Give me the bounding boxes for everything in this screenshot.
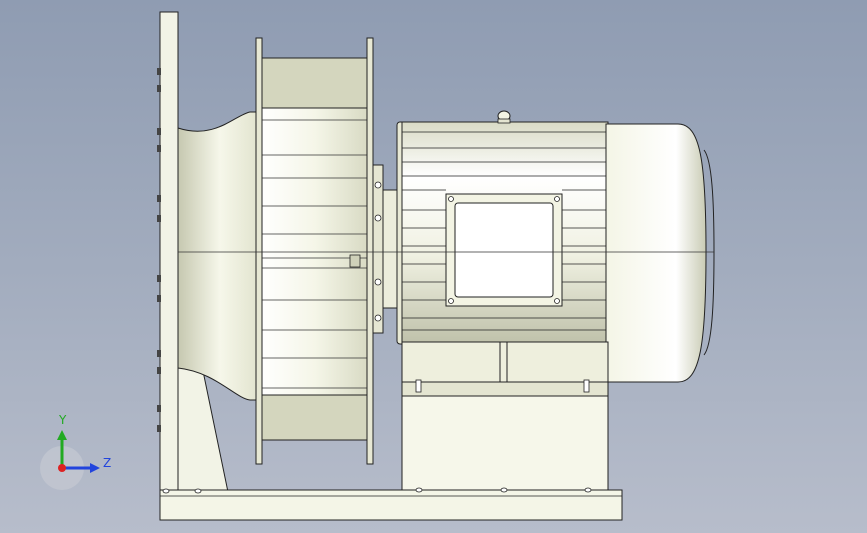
graphics-viewport[interactable]: Y Z xyxy=(0,0,867,533)
impeller-back-plate xyxy=(255,37,263,465)
motor-feet[interactable] xyxy=(401,341,609,397)
terminal-box-cover xyxy=(454,202,554,298)
impeller-hub[interactable] xyxy=(372,164,398,334)
z-axis-arrowhead xyxy=(90,463,100,473)
y-axis-label: Y xyxy=(59,413,67,427)
reference-triad[interactable] xyxy=(40,430,100,490)
motor-pedestal[interactable] xyxy=(401,395,609,491)
impeller[interactable] xyxy=(255,37,374,465)
motor-body[interactable] xyxy=(401,121,609,345)
impeller-front-plate xyxy=(366,37,374,465)
y-axis-arrowhead xyxy=(57,430,67,440)
inlet-cone[interactable] xyxy=(177,111,263,401)
z-axis-label: Z xyxy=(103,456,112,470)
motor-fan-cover[interactable] xyxy=(605,123,707,383)
impeller-key xyxy=(349,254,361,268)
model-view[interactable] xyxy=(0,0,867,533)
origin-marker xyxy=(58,464,66,472)
base-frame[interactable] xyxy=(159,487,623,521)
lifting-eye[interactable] xyxy=(497,110,511,124)
